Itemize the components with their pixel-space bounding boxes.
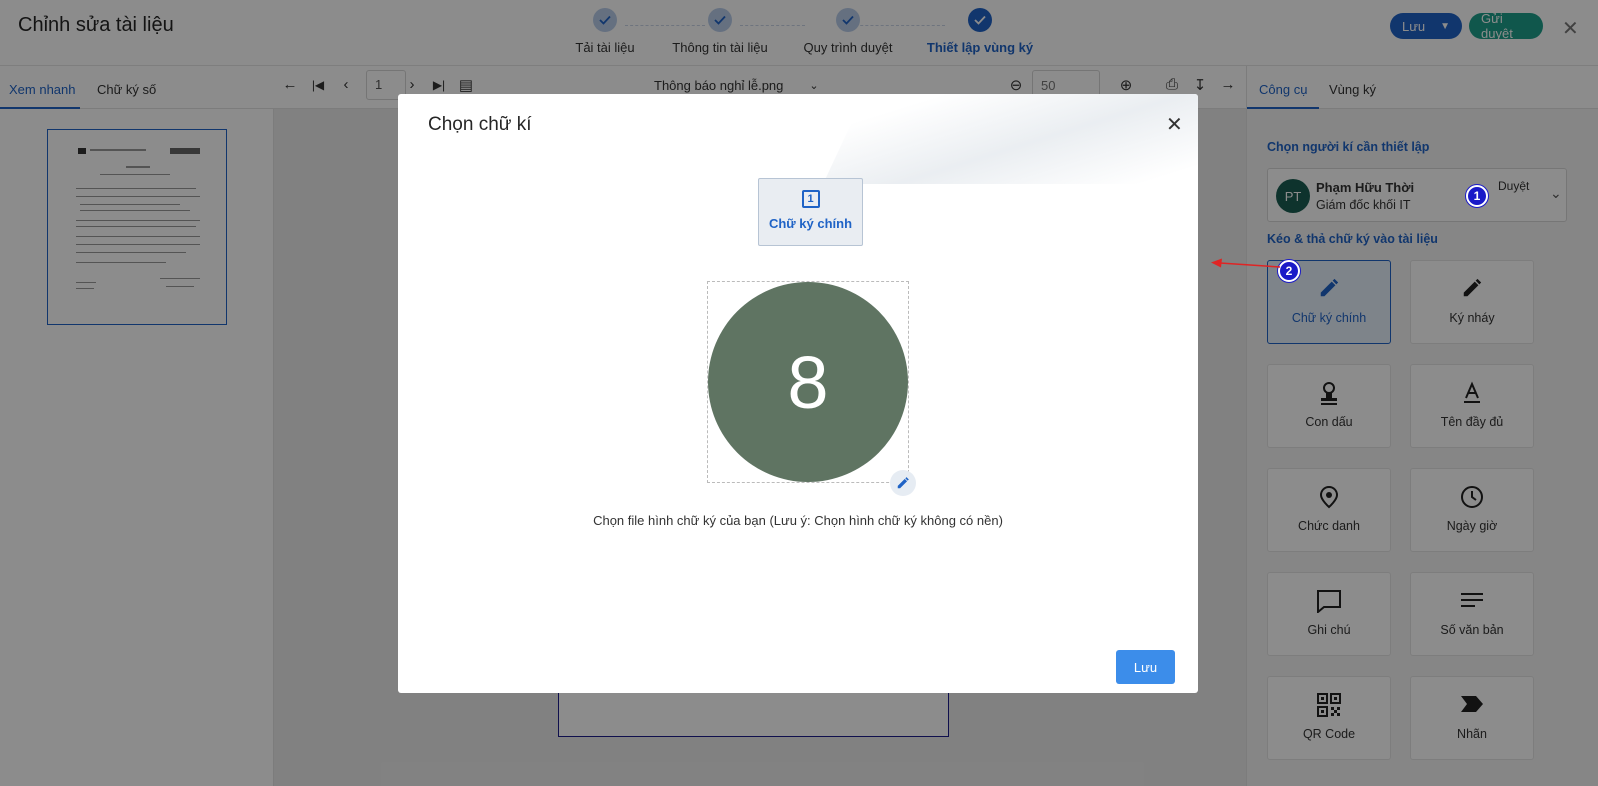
edit-pencil-icon[interactable] xyxy=(890,470,916,496)
save-button[interactable]: Lưu xyxy=(1116,650,1175,684)
signature-upload-area[interactable]: 8 xyxy=(707,281,909,483)
choose-signature-dialog: Chọn chữ kí ✕ 1 Chữ ký chính 8 Chọn file… xyxy=(398,94,1198,693)
decorative-banner xyxy=(823,94,1198,184)
annotation-badge-1: 1 xyxy=(1466,185,1488,207)
annotation-arrow-icon xyxy=(1211,258,1281,268)
tab-label: Chữ ký chính xyxy=(768,216,853,231)
close-icon[interactable]: ✕ xyxy=(1166,112,1183,137)
number-one-icon: 1 xyxy=(801,190,820,208)
tab-main-signature[interactable]: 1 Chữ ký chính xyxy=(758,178,863,246)
signature-hint: Chọn file hình chữ ký của bạn (Lưu ý: Ch… xyxy=(593,513,1003,528)
signature-preview: 8 xyxy=(708,282,908,482)
dialog-title: Chọn chữ kí xyxy=(428,114,532,135)
